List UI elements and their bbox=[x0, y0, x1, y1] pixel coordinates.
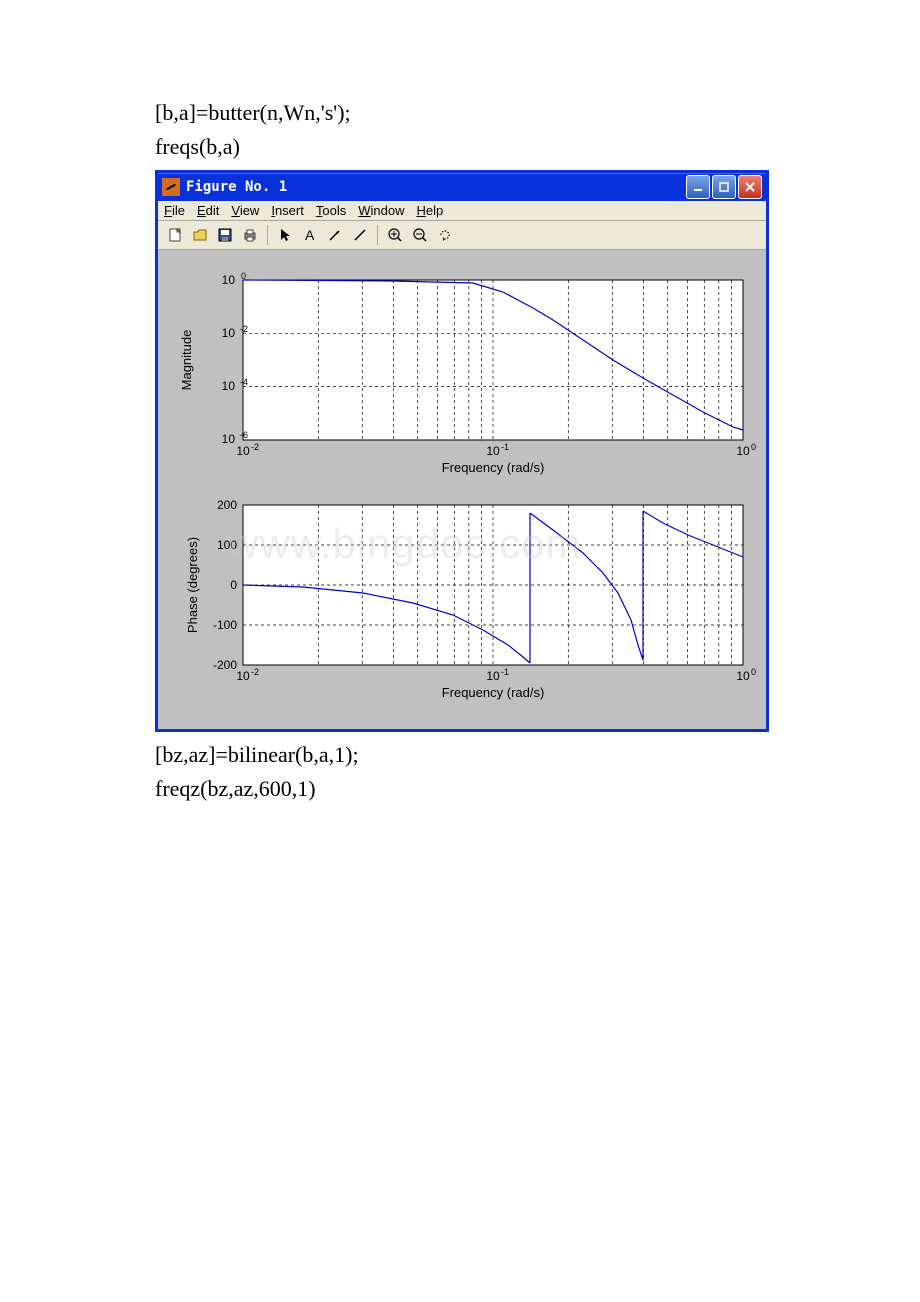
svg-text:0: 0 bbox=[751, 442, 756, 452]
maximize-button[interactable] bbox=[712, 175, 736, 199]
svg-text:-2: -2 bbox=[251, 667, 259, 677]
code-line: [bz,az]=bilinear(b,a,1); bbox=[155, 742, 765, 768]
svg-text:-100: -100 bbox=[213, 618, 237, 632]
plot-area: www.bingdoc.com bbox=[158, 250, 766, 729]
zoom-in-icon[interactable] bbox=[384, 224, 406, 246]
toolbar-separator bbox=[377, 225, 378, 245]
window-title: Figure No. 1 bbox=[186, 179, 686, 195]
window-titlebar[interactable]: Figure No. 1 bbox=[158, 173, 766, 201]
svg-text:10: 10 bbox=[222, 326, 236, 340]
ylabel-top: Magnitude bbox=[179, 330, 194, 391]
arrow-icon[interactable] bbox=[324, 224, 346, 246]
svg-text:-2: -2 bbox=[251, 442, 259, 452]
svg-text:10: 10 bbox=[736, 444, 750, 458]
code-line: [b,a]=butter(n,Wn,'s'); bbox=[155, 100, 765, 126]
svg-text:-200: -200 bbox=[213, 658, 237, 672]
svg-text:-4: -4 bbox=[240, 377, 248, 387]
svg-text:200: 200 bbox=[217, 498, 237, 512]
save-icon[interactable] bbox=[214, 224, 236, 246]
xlabel-top: Frequency (rad/s) bbox=[442, 460, 545, 475]
svg-text:0: 0 bbox=[230, 578, 237, 592]
menubar: File Edit View Insert Tools Window Help bbox=[158, 201, 766, 221]
svg-text:10: 10 bbox=[222, 432, 236, 446]
svg-text:-1: -1 bbox=[501, 442, 509, 452]
menu-help[interactable]: Help bbox=[416, 203, 443, 218]
svg-text:A: A bbox=[305, 227, 315, 243]
menu-edit[interactable]: Edit bbox=[197, 203, 219, 218]
ylabel-bottom: Phase (degrees) bbox=[185, 537, 200, 633]
text-icon[interactable]: A bbox=[299, 224, 321, 246]
svg-text:-6: -6 bbox=[240, 430, 248, 440]
minimize-button[interactable] bbox=[686, 175, 710, 199]
print-icon[interactable] bbox=[239, 224, 261, 246]
close-button[interactable] bbox=[738, 175, 762, 199]
svg-text:10: 10 bbox=[222, 273, 236, 287]
svg-text:-1: -1 bbox=[501, 667, 509, 677]
svg-text:10: 10 bbox=[736, 669, 750, 683]
matlab-icon bbox=[162, 178, 180, 196]
new-file-icon[interactable] bbox=[164, 224, 186, 246]
menu-view[interactable]: View bbox=[231, 203, 259, 218]
svg-text:10: 10 bbox=[236, 669, 250, 683]
xlabel-bottom: Frequency (rad/s) bbox=[442, 685, 545, 700]
toolbar-separator bbox=[267, 225, 268, 245]
toolbar: A bbox=[158, 221, 766, 250]
matlab-figure-window: Figure No. 1 File Edit View Insert Tools… bbox=[155, 170, 769, 732]
svg-text:10: 10 bbox=[486, 669, 500, 683]
svg-text:10: 10 bbox=[222, 379, 236, 393]
menu-insert[interactable]: Insert bbox=[271, 203, 304, 218]
zoom-out-icon[interactable] bbox=[409, 224, 431, 246]
menu-tools[interactable]: Tools bbox=[316, 203, 346, 218]
bode-plot: 100 10-2 10-4 10-6 10-2 10-1 100 Frequen… bbox=[168, 262, 756, 717]
open-file-icon[interactable] bbox=[189, 224, 211, 246]
svg-text:-2: -2 bbox=[240, 324, 248, 334]
pointer-icon[interactable] bbox=[274, 224, 296, 246]
svg-text:0: 0 bbox=[241, 271, 246, 281]
svg-text:10: 10 bbox=[486, 444, 500, 458]
svg-text:100: 100 bbox=[217, 538, 237, 552]
menu-file[interactable]: File bbox=[164, 203, 185, 218]
rotate-icon[interactable] bbox=[434, 224, 456, 246]
svg-text:10: 10 bbox=[236, 444, 250, 458]
svg-text:0: 0 bbox=[751, 667, 756, 677]
line-icon[interactable] bbox=[349, 224, 371, 246]
code-line: freqz(bz,az,600,1) bbox=[155, 776, 765, 802]
menu-window[interactable]: Window bbox=[358, 203, 404, 218]
code-line: freqs(b,a) bbox=[155, 134, 765, 160]
